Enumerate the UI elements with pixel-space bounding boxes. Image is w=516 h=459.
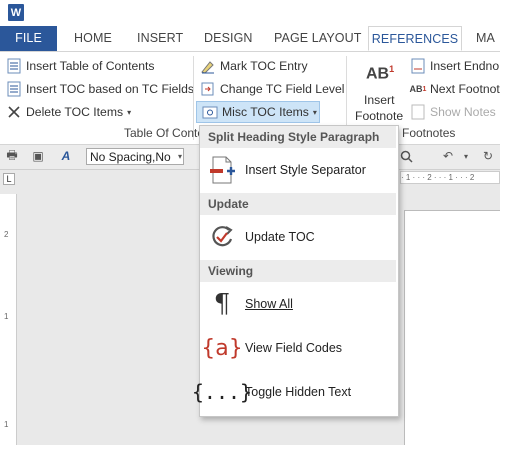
tab-references[interactable]: REFERENCES <box>368 26 462 51</box>
pilcrow-icon: ¶ <box>213 289 231 319</box>
change-tc-field-level-button[interactable]: Change TC Field Level <box>200 79 344 99</box>
ruler-mark: 1 <box>4 312 9 321</box>
tab-home[interactable]: HOME <box>74 26 112 51</box>
vertical-ruler: 2 1 1 <box>0 194 17 445</box>
footnotes-group-label: Footnotes <box>402 126 456 140</box>
insert-footnote-icon[interactable]: AB1 <box>366 64 394 83</box>
search-icon[interactable] <box>398 148 414 164</box>
hidden-text-icon: {...} <box>191 380 253 404</box>
table-of-contents-icon <box>6 58 22 74</box>
next-footnote-icon: AB 1 <box>409 84 427 94</box>
menu-section-header: Split Heading Style Paragraph <box>200 126 396 148</box>
insert-table-of-contents-label: Insert Table of Contents <box>26 59 155 73</box>
ruler-ticks: · 1 · · · 2 · · · 1 · · · 2 <box>401 173 475 182</box>
ab-text: AB <box>366 65 390 83</box>
horizontal-ruler: · 1 · · · 2 · · · 1 · · · 2 <box>400 171 500 184</box>
toggle-hidden-text-label: Toggle Hidden Text <box>245 385 352 399</box>
insert-style-separator-label: Insert Style Separator <box>245 163 366 177</box>
show-notes-label: Show Notes <box>430 105 496 119</box>
tab-stop-selector[interactable]: L <box>3 173 15 185</box>
toc-fields-icon <box>6 81 22 97</box>
field-level-icon <box>200 81 216 97</box>
menu-section-header: Viewing <box>200 260 396 282</box>
toc-group-label: Table Of Conte <box>124 126 205 140</box>
misc-toc-items-menu: Split Heading Style Paragraph Insert Sty… <box>191 125 399 417</box>
next-footnote-label: Next Footnot <box>430 82 500 96</box>
field-codes-icon: {a} <box>201 335 243 361</box>
insert-footnote-label-2[interactable]: Footnote <box>355 108 403 124</box>
tab-page-layout[interactable]: PAGE LAYOUT <box>274 26 361 51</box>
show-notes-button[interactable]: Show Notes <box>410 102 496 122</box>
styles-icon[interactable]: A <box>58 148 74 164</box>
style-separator-icon <box>205 155 239 185</box>
chevron-down-icon[interactable]: ▾ <box>458 148 474 164</box>
mark-toc-entry-label: Mark TOC Entry <box>220 59 308 73</box>
tab-insert[interactable]: INSERT <box>137 26 183 51</box>
update-toc-label: Update TOC <box>245 230 315 244</box>
style-select-value: No Spacing,No <box>90 150 171 164</box>
insert-table-of-contents-button[interactable]: Insert Table of Contents <box>6 56 155 76</box>
show-all-item[interactable]: ¶ Show All <box>200 284 396 324</box>
misc-toc-items-label: Misc TOC Items <box>222 105 309 119</box>
redo-icon[interactable]: ↻ <box>480 148 496 164</box>
ab-sup: 1 <box>389 64 395 74</box>
endnote-icon <box>410 58 426 74</box>
show-all-label: Show All <box>245 297 293 311</box>
title-bar: W <box>0 0 500 26</box>
insert-endnote-label: Insert Endno <box>430 59 500 73</box>
ruler-mark: 2 <box>4 230 9 239</box>
undo-icon[interactable]: ↶ <box>440 148 456 164</box>
toggle-hidden-text-item[interactable]: {...} Toggle Hidden Text <box>191 372 396 412</box>
misc-toc-items-button[interactable]: Misc TOC Items ▾ <box>196 101 320 123</box>
insert-toc-tc-fields-label: Insert TOC based on TC Fields <box>26 82 194 96</box>
ruler-mark: 1 <box>4 420 9 429</box>
misc-toc-icon <box>202 104 218 120</box>
next-footnote-button[interactable]: AB 1 Next Footnot <box>410 79 500 99</box>
change-tc-field-level-label: Change TC Field Level <box>220 82 345 96</box>
mark-entry-icon <box>200 58 216 74</box>
read-mode-icon[interactable]: ▣ <box>30 148 46 164</box>
word-window: W FILE HOME INSERT DESIGN PAGE LAYOUT RE… <box>0 0 500 445</box>
update-icon <box>205 222 239 252</box>
mark-toc-entry-button[interactable]: Mark TOC Entry <box>200 56 308 76</box>
insert-toc-tc-fields-button[interactable]: Insert TOC based on TC Fields <box>6 79 194 99</box>
show-notes-icon <box>410 104 426 120</box>
view-field-codes-label: View Field Codes <box>245 341 343 355</box>
ribbon-tabs: FILE HOME INSERT DESIGN PAGE LAYOUT REFE… <box>0 26 500 52</box>
torn-edge-bottom <box>0 445 516 459</box>
chevron-down-icon: ▾ <box>312 107 317 117</box>
chevron-down-icon[interactable]: ▾ <box>172 148 188 164</box>
insert-style-separator-item[interactable]: Insert Style Separator <box>200 150 396 190</box>
document-page[interactable] <box>404 210 500 445</box>
tab-design[interactable]: DESIGN <box>204 26 253 51</box>
style-select[interactable]: No Spacing,No <box>86 148 184 165</box>
tab-file[interactable]: FILE <box>0 26 57 51</box>
view-field-codes-item[interactable]: {a} View Field Codes <box>200 328 396 368</box>
chevron-down-icon: ▾ <box>127 107 132 117</box>
delete-x-icon <box>6 104 22 120</box>
insert-footnote-label-1[interactable]: Insert <box>364 92 394 108</box>
print-layout-icon[interactable]: 🖶 <box>4 148 20 164</box>
tab-mailings[interactable]: MA <box>476 26 495 51</box>
update-toc-item[interactable]: Update TOC <box>200 217 396 257</box>
delete-toc-items-button[interactable]: Delete TOC Items ▾ <box>6 102 131 122</box>
menu-section-header: Update <box>200 193 396 215</box>
delete-toc-items-label: Delete TOC Items <box>26 105 124 119</box>
word-app-icon[interactable]: W <box>8 4 24 21</box>
insert-endnote-button[interactable]: Insert Endno <box>410 56 499 76</box>
torn-edge-right <box>500 0 516 459</box>
